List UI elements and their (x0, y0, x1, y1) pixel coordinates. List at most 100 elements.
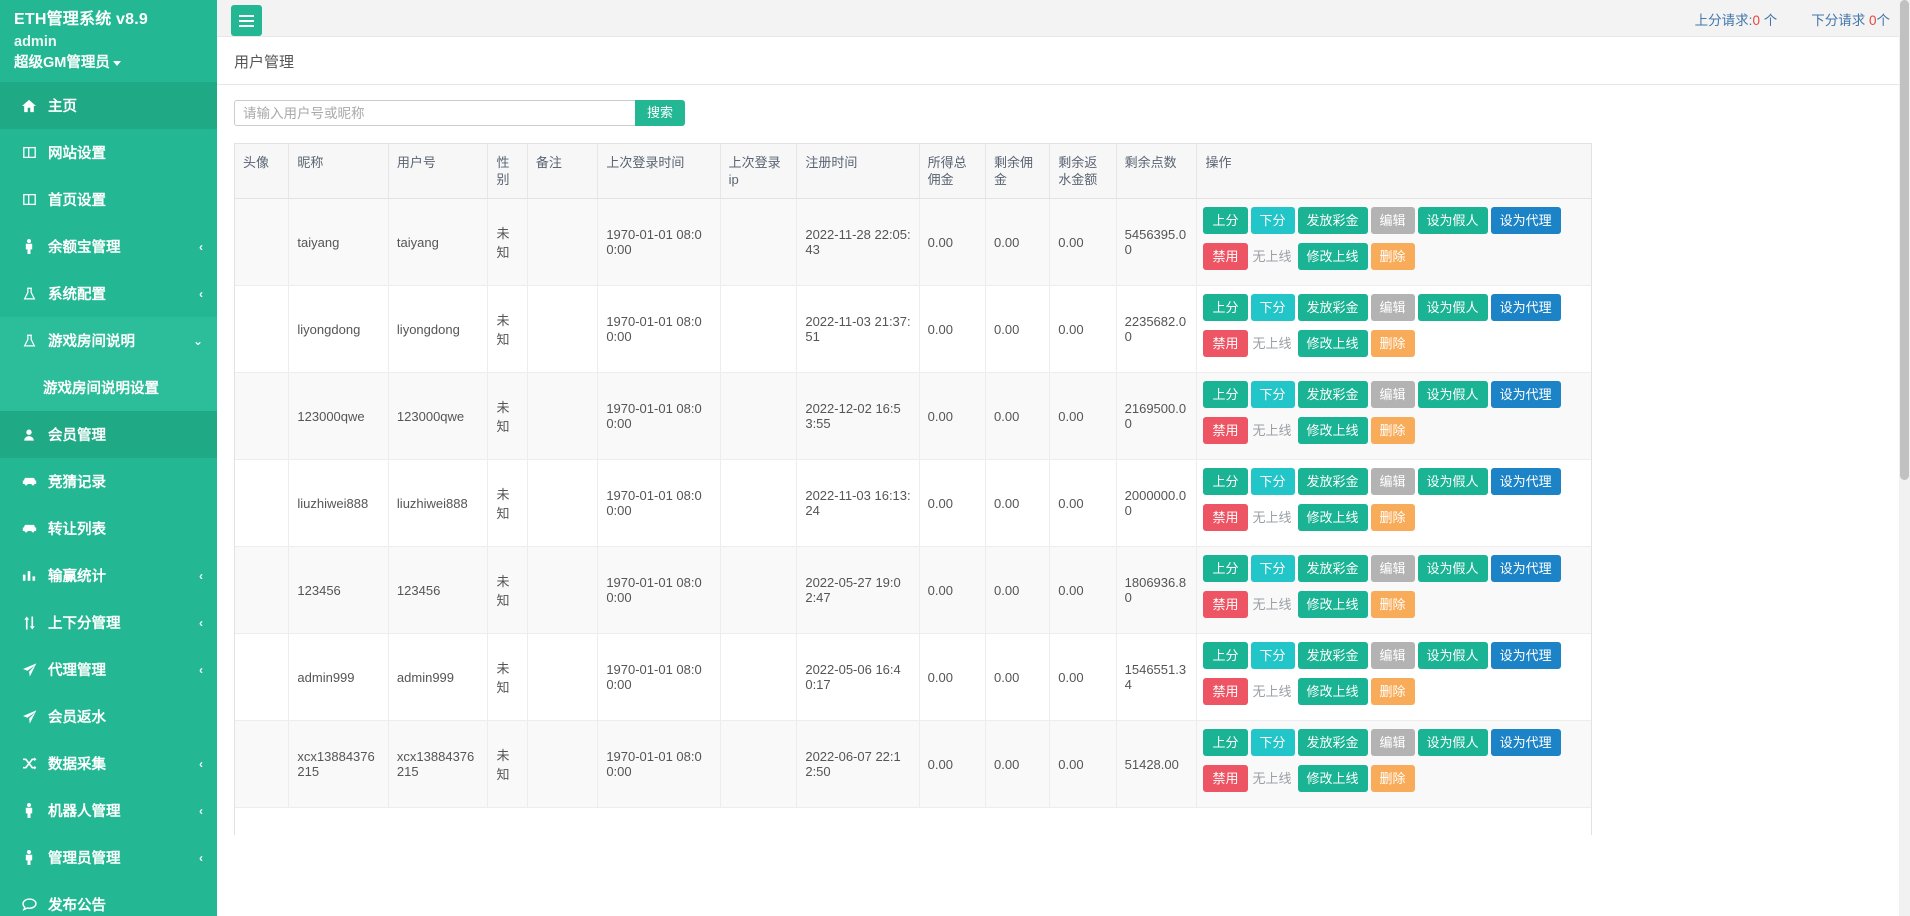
sidebar-item-win-loss-stats[interactable]: 输赢统计 ‹ (0, 552, 217, 599)
sidebar-item-publish-announcement[interactable]: 发布公告 (0, 881, 217, 916)
up-request-status[interactable]: 上分请求:0 个 (1695, 9, 1778, 29)
ban-button[interactable]: 禁用 (1203, 765, 1248, 792)
sidebar-item-home[interactable]: 主页 (0, 82, 217, 129)
up-points-button[interactable]: 上分 (1203, 468, 1248, 495)
down-points-button[interactable]: 下分 (1250, 468, 1295, 495)
action-row-secondary: 禁用 无上线 修改上线 删除 (1203, 761, 1585, 799)
set-fake-user-button[interactable]: 设为假人 (1417, 555, 1488, 582)
delete-button[interactable]: 删除 (1370, 504, 1415, 531)
sidebar-item-admin-management[interactable]: 管理员管理 ‹ (0, 834, 217, 881)
sidebar-item-member-management[interactable]: 会员管理 (0, 411, 217, 458)
modify-upline-button[interactable]: 修改上线 (1297, 330, 1368, 357)
sidebar-item-game-room-desc[interactable]: 游戏房间说明 ⌄ (0, 317, 217, 364)
menu-icon[interactable] (231, 5, 262, 36)
ban-button[interactable]: 禁用 (1203, 417, 1248, 444)
up-points-button[interactable]: 上分 (1203, 642, 1248, 669)
delete-button[interactable]: 删除 (1370, 330, 1415, 357)
sidebar-item-yuebao-management[interactable]: 余额宝管理 ‹ (0, 223, 217, 270)
sidebar-item-label: 余额宝管理 (48, 240, 121, 256)
sidebar-item-member-rebate[interactable]: 会员返水 (0, 693, 217, 740)
modify-upline-button[interactable]: 修改上线 (1297, 591, 1368, 618)
modify-upline-button[interactable]: 修改上线 (1297, 504, 1368, 531)
up-points-button[interactable]: 上分 (1203, 381, 1248, 408)
sidebar-item-updown-points[interactable]: 上下分管理 ‹ (0, 599, 217, 646)
give-bonus-button[interactable]: 发放彩金 (1297, 729, 1368, 756)
set-agent-button[interactable]: 设为代理 (1490, 294, 1561, 321)
delete-button[interactable]: 删除 (1370, 243, 1415, 270)
modify-upline-button[interactable]: 修改上线 (1297, 417, 1368, 444)
ban-button[interactable]: 禁用 (1203, 330, 1248, 357)
edit-button[interactable]: 编辑 (1370, 642, 1415, 669)
search-input[interactable] (234, 100, 635, 126)
set-agent-button[interactable]: 设为代理 (1490, 642, 1561, 669)
cell-operations: 上分 下分 发放彩金 编辑 设为假人 设为代理 禁用 无上线 修改上线 删除 (1196, 198, 1591, 286)
give-bonus-button[interactable]: 发放彩金 (1297, 207, 1368, 234)
down-points-button[interactable]: 下分 (1250, 294, 1295, 321)
set-fake-user-button[interactable]: 设为假人 (1417, 729, 1488, 756)
cell-total-commission: 0.00 (919, 372, 987, 460)
delete-button[interactable]: 删除 (1370, 678, 1415, 705)
set-agent-button[interactable]: 设为代理 (1490, 468, 1561, 495)
ban-button[interactable]: 禁用 (1203, 678, 1248, 705)
cell-remark (527, 198, 599, 286)
edit-button[interactable]: 编辑 (1370, 294, 1415, 321)
edit-button[interactable]: 编辑 (1370, 381, 1415, 408)
set-fake-user-button[interactable]: 设为假人 (1417, 468, 1488, 495)
scrollbar-thumb[interactable] (1900, 0, 1909, 480)
top-bar: 上分请求:0 个 下分请求 0个 (217, 0, 1910, 37)
set-agent-button[interactable]: 设为代理 (1490, 729, 1561, 756)
ban-button[interactable]: 禁用 (1203, 591, 1248, 618)
brand-role-dropdown[interactable]: 超级GM管理员 (14, 53, 203, 74)
sidebar-item-robot-management[interactable]: 机器人管理 ‹ (0, 787, 217, 834)
down-request-status[interactable]: 下分请求 0个 (1811, 9, 1890, 29)
sidebar-item-site-settings[interactable]: 网站设置 (0, 129, 217, 176)
edit-button[interactable]: 编辑 (1370, 729, 1415, 756)
modify-upline-button[interactable]: 修改上线 (1297, 243, 1368, 270)
cell-operations: 上分 下分 发放彩金 编辑 设为假人 设为代理禁用 无上线 修改上线 删除 (1196, 720, 1591, 808)
delete-button[interactable]: 删除 (1370, 765, 1415, 792)
chevron-left-icon: ‹ (199, 803, 203, 818)
set-agent-button[interactable]: 设为代理 (1490, 381, 1561, 408)
set-fake-user-button[interactable]: 设为假人 (1417, 381, 1488, 408)
delete-button[interactable]: 删除 (1370, 417, 1415, 444)
up-points-button[interactable]: 上分 (1203, 729, 1248, 756)
down-points-button[interactable]: 下分 (1250, 729, 1295, 756)
sidebar-item-guess-records[interactable]: 竞猜记录 (0, 458, 217, 505)
give-bonus-button[interactable]: 发放彩金 (1297, 642, 1368, 669)
modify-upline-button[interactable]: 修改上线 (1297, 678, 1368, 705)
give-bonus-button[interactable]: 发放彩金 (1297, 294, 1368, 321)
sidebar-item-data-collection[interactable]: 数据采集 ‹ (0, 740, 217, 787)
up-points-button[interactable]: 上分 (1203, 555, 1248, 582)
page-scrollbar[interactable] (1899, 0, 1910, 916)
cell-remark (527, 546, 599, 634)
sidebar-subitem-game-room-desc-settings[interactable]: 游戏房间说明设置 (0, 364, 217, 411)
set-agent-button[interactable]: 设为代理 (1490, 555, 1561, 582)
modify-upline-button[interactable]: 修改上线 (1297, 765, 1368, 792)
table-body: taiyang taiyang 未知 1970-01-01 08:00:00 2022-… (235, 198, 1591, 808)
ban-button[interactable]: 禁用 (1203, 243, 1248, 270)
sidebar-item-system-config[interactable]: 系统配置 ‹ (0, 270, 217, 317)
sidebar-item-agent-management[interactable]: 代理管理 ‹ (0, 646, 217, 693)
set-fake-user-button[interactable]: 设为假人 (1417, 207, 1488, 234)
up-points-button[interactable]: 上分 (1203, 294, 1248, 321)
set-fake-user-button[interactable]: 设为假人 (1417, 294, 1488, 321)
delete-button[interactable]: 删除 (1370, 591, 1415, 618)
edit-button[interactable]: 编辑 (1370, 468, 1415, 495)
down-points-button[interactable]: 下分 (1250, 555, 1295, 582)
ban-button[interactable]: 禁用 (1203, 504, 1248, 531)
down-points-button[interactable]: 下分 (1250, 207, 1295, 234)
give-bonus-button[interactable]: 发放彩金 (1297, 468, 1368, 495)
set-agent-button[interactable]: 设为代理 (1490, 207, 1561, 234)
edit-button[interactable]: 编辑 (1370, 555, 1415, 582)
give-bonus-button[interactable]: 发放彩金 (1297, 555, 1368, 582)
set-fake-user-button[interactable]: 设为假人 (1417, 642, 1488, 669)
down-points-button[interactable]: 下分 (1250, 642, 1295, 669)
up-points-button[interactable]: 上分 (1203, 207, 1248, 234)
sidebar-item-homepage-settings[interactable]: 首页设置 (0, 176, 217, 223)
edit-button[interactable]: 编辑 (1370, 207, 1415, 234)
down-points-button[interactable]: 下分 (1250, 381, 1295, 408)
sidebar-item-transfer-list[interactable]: 转让列表 (0, 505, 217, 552)
cell-total-commission: 0.00 (919, 459, 987, 547)
give-bonus-button[interactable]: 发放彩金 (1297, 381, 1368, 408)
search-button[interactable]: 搜索 (635, 100, 686, 126)
